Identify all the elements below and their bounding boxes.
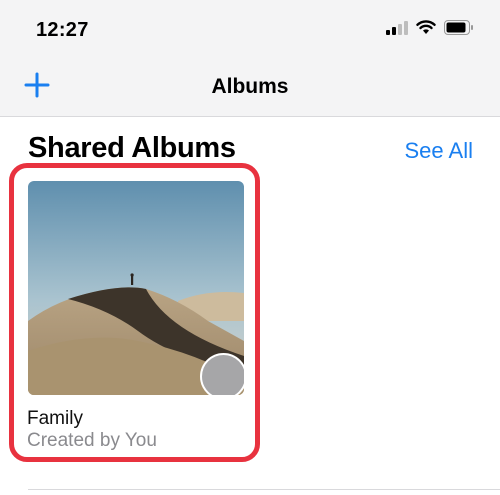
status-bar: 12:27 [0,0,500,62]
album-name: Family [27,408,83,429]
see-all-link[interactable]: See All [405,138,474,164]
album-card-family[interactable]: Family Created by You [9,163,260,462]
divider [28,489,500,490]
status-icons [386,20,474,40]
signal-icon [386,20,408,40]
battery-icon [444,20,474,40]
navigation-bar: Albums [0,62,500,117]
section-title: Shared Albums [28,132,236,164]
avatar [200,353,244,395]
status-time: 12:27 [36,19,89,41]
album-subtitle: Created by You [27,430,157,451]
page-title: Albums [211,75,289,98]
wifi-icon [416,20,436,40]
album-thumbnail[interactable] [28,181,244,395]
